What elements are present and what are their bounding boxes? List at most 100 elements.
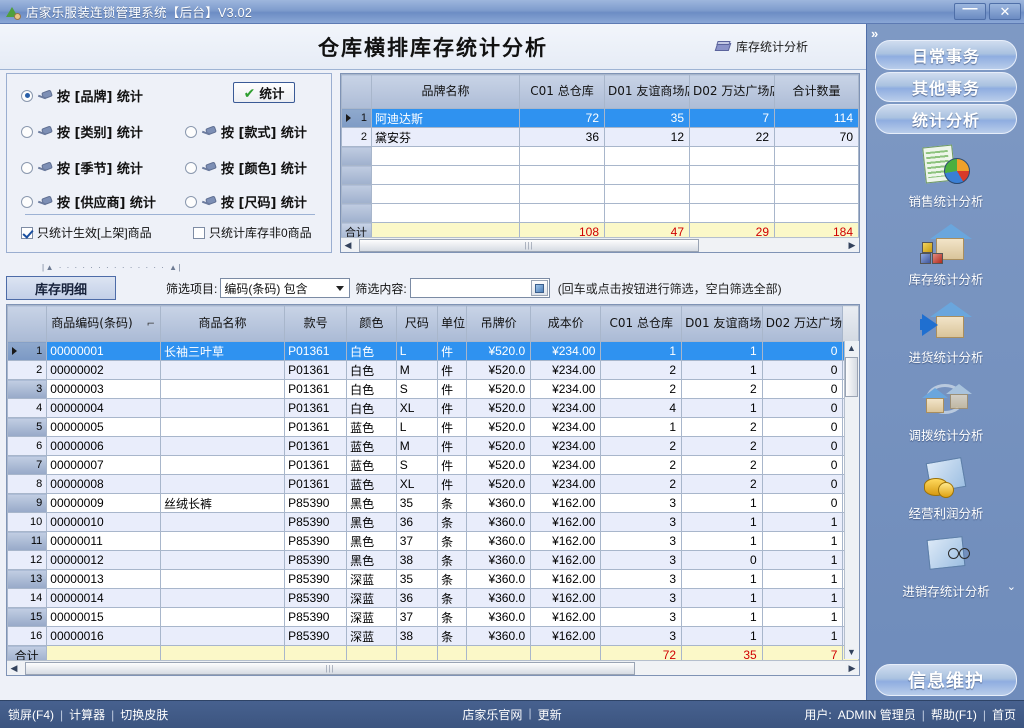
close-button[interactable]: ✕ bbox=[989, 3, 1021, 20]
radio-by-brand[interactable]: 按 [品牌] 统计 bbox=[21, 86, 143, 105]
statistics-button[interactable]: ✔ 统计 bbox=[233, 82, 295, 103]
radio-by-category[interactable]: 按 [类别] 统计 bbox=[21, 122, 143, 141]
detail-col-d01[interactable]: D01 友谊商场店 bbox=[681, 305, 763, 342]
table-row[interactable]: 9 00000009 丝绒长裤 P85390 黑色 35 条 ¥360.0 ¥162.00 3 1 0 bbox=[7, 493, 859, 513]
summary-col-c01[interactable]: C01 总仓库 bbox=[519, 74, 605, 109]
scroll-right-icon[interactable]: ▶ bbox=[845, 662, 859, 675]
radio-indicator[interactable] bbox=[185, 195, 197, 208]
scroll-left-icon[interactable]: ◀ bbox=[7, 662, 21, 675]
checkbox-indicator[interactable] bbox=[21, 226, 33, 239]
table-row[interactable]: 5 00000005 P01361 蓝色 L 件 ¥520.0 ¥234.00 1 2 0 bbox=[7, 417, 859, 437]
detail-col-code[interactable]: 商品编码(条码) ⌐ bbox=[46, 305, 162, 342]
detail-grid[interactable]: 商品编码(条码) ⌐ 商品名称 款号 颜色 尺码 单位 吊牌价 成本价 C01 总… bbox=[6, 304, 860, 676]
sidebar-group-analysis[interactable]: 统计分析 bbox=[875, 104, 1017, 134]
table-row[interactable]: 13 00000013 P85390 深蓝 35 条 ¥360.0 ¥162.00 3 1 1 bbox=[7, 569, 859, 589]
sidebar-group-other[interactable]: 其他事务 bbox=[875, 72, 1017, 102]
checkbox-only-nonzero-stock[interactable]: 只统计库存非0商品 bbox=[193, 224, 312, 241]
scroll-track[interactable]: ||| bbox=[355, 238, 845, 252]
scroll-right-icon[interactable]: ▶ bbox=[845, 239, 859, 252]
table-row[interactable]: 10 00000010 P85390 黑色 36 条 ¥360.0 ¥162.00 3 1 1 bbox=[7, 512, 859, 532]
row-indicator: 1 bbox=[341, 108, 372, 128]
status-official-site[interactable]: 店家乐官网 bbox=[462, 706, 522, 723]
table-row[interactable]: 2 黛安芬 36 12 22 70 bbox=[341, 127, 859, 147]
summary-grid[interactable]: 品牌名称 C01 总仓库 D01 友谊商场店 D02 万达广场店 合计数量 1 … bbox=[340, 73, 860, 253]
table-row[interactable]: 1 00000001 长袖三叶草 P01361 白色 L 件 ¥520.0 ¥234.00 1 1 0 bbox=[7, 341, 859, 361]
sidebar-item-inventory-analysis[interactable]: 库存统计分析 bbox=[867, 220, 1024, 288]
detail-col-c01[interactable]: C01 总仓库 bbox=[600, 305, 683, 342]
table-row[interactable]: 12 00000012 P85390 黑色 38 条 ¥360.0 ¥162.00 3 0 1 bbox=[7, 550, 859, 570]
detail-col-d02[interactable]: D02 万达广场店 bbox=[761, 305, 844, 342]
scroll-down-icon[interactable]: ▼ bbox=[845, 645, 858, 659]
sidebar-group-daily[interactable]: 日常事务 bbox=[875, 40, 1017, 70]
table-row[interactable]: 15 00000015 P85390 深蓝 37 条 ¥360.0 ¥162.00 3 1 1 bbox=[7, 607, 859, 627]
table-row[interactable]: 4 00000004 P01361 白色 XL 件 ¥520.0 ¥234.00 4 1 0 bbox=[7, 398, 859, 418]
status-update[interactable]: 更新 bbox=[538, 706, 562, 723]
summary-col-d02[interactable]: D02 万达广场店 bbox=[689, 74, 775, 109]
filter-item-select[interactable]: 编码(条码) 包含 bbox=[220, 278, 351, 298]
chevron-down-icon[interactable]: ⌄ bbox=[1007, 580, 1016, 593]
scroll-left-icon[interactable]: ◀ bbox=[341, 239, 355, 252]
splitter-grip[interactable]: |▲ · · · · · · · · · · · · · · ▲| bbox=[42, 263, 182, 272]
scroll-thumb-vertical[interactable] bbox=[845, 357, 858, 397]
radio-by-size[interactable]: 按 [尺码] 统计 bbox=[185, 192, 307, 211]
detail-col-unit[interactable]: 单位 bbox=[437, 305, 468, 342]
scroll-up-icon[interactable]: ▲ bbox=[845, 341, 858, 355]
scroll-thumb[interactable]: ||| bbox=[359, 238, 699, 252]
collapse-sidebar-button[interactable]: » bbox=[871, 26, 878, 41]
row-indicator: 12 bbox=[7, 550, 48, 570]
summary-col-brand[interactable]: 品牌名称 bbox=[371, 74, 520, 109]
table-row[interactable]: 7 00000007 P01361 蓝色 S 件 ¥520.0 ¥234.00 2 2 0 bbox=[7, 455, 859, 475]
checkbox-indicator[interactable] bbox=[193, 226, 205, 239]
table-row[interactable]: 6 00000006 P01361 蓝色 M 件 ¥520.0 ¥234.00 2 2 0 bbox=[7, 436, 859, 456]
table-row[interactable]: 8 00000008 P01361 蓝色 XL 件 ¥520.0 ¥234.00 2 2 0 bbox=[7, 474, 859, 494]
scroll-thumb[interactable]: ||| bbox=[25, 661, 635, 675]
filter-apply-button[interactable] bbox=[530, 280, 548, 296]
status-help[interactable]: 帮助(F1) bbox=[931, 706, 977, 723]
table-row[interactable]: 16 00000016 P85390 深蓝 38 条 ¥360.0 ¥162.00 3 1 1 bbox=[7, 626, 859, 646]
sidebar-item-purchase-analysis[interactable]: 进货统计分析 bbox=[867, 298, 1024, 366]
table-row[interactable]: 1 阿迪达斯 72 35 7 114 bbox=[341, 108, 859, 128]
summary-horizontal-scrollbar[interactable]: ◀ ||| ▶ bbox=[341, 237, 859, 252]
scroll-track[interactable]: ||| bbox=[21, 661, 845, 675]
detail-vertical-scrollbar[interactable]: ▲ ▼ bbox=[844, 341, 859, 659]
sidebar-item-transfer-analysis[interactable]: 调拨统计分析 bbox=[867, 376, 1024, 444]
pin-icon bbox=[202, 196, 216, 208]
table-row[interactable]: 2 00000002 P01361 白色 M 件 ¥520.0 ¥234.00 2 1 0 bbox=[7, 360, 859, 380]
radio-by-supplier[interactable]: 按 [供应商] 统计 bbox=[21, 192, 156, 211]
detail-col-name[interactable]: 商品名称 bbox=[160, 305, 286, 342]
radio-indicator[interactable] bbox=[21, 161, 33, 174]
radio-indicator[interactable] bbox=[21, 195, 33, 208]
summary-col-d01[interactable]: D01 友谊商场店 bbox=[604, 74, 690, 109]
detail-horizontal-scrollbar[interactable]: ◀ ||| ▶ bbox=[7, 660, 859, 675]
radio-indicator[interactable] bbox=[185, 161, 197, 174]
filter-content-input[interactable] bbox=[410, 279, 529, 295]
sidebar-item-sales-analysis[interactable]: 销售统计分析 bbox=[867, 142, 1024, 210]
radio-indicator[interactable] bbox=[21, 125, 33, 138]
sidebar-item-profit-analysis[interactable]: 经营利润分析 bbox=[867, 454, 1024, 522]
table-row[interactable]: 3 00000003 P01361 白色 S 件 ¥520.0 ¥234.00 2 2 0 bbox=[7, 379, 859, 399]
table-row[interactable]: 14 00000014 P85390 深蓝 36 条 ¥360.0 ¥162.00 3 1 1 bbox=[7, 588, 859, 608]
panel-splitter[interactable]: |▲ · · · · · · · · · · · · · · ▲| bbox=[0, 262, 866, 272]
summary-col-total[interactable]: 合计数量 bbox=[774, 74, 859, 109]
minimize-button[interactable]: — bbox=[954, 1, 986, 20]
tab-inventory-detail[interactable]: 库存明细 bbox=[6, 276, 116, 300]
status-home[interactable]: 首页 bbox=[992, 706, 1016, 723]
radio-by-style[interactable]: 按 [款式] 统计 bbox=[185, 122, 307, 141]
radio-by-season[interactable]: 按 [季节] 统计 bbox=[21, 158, 143, 177]
detail-col-size[interactable]: 尺码 bbox=[395, 305, 439, 342]
table-row[interactable]: 11 00000011 P85390 黑色 37 条 ¥360.0 ¥162.00 3 1 1 bbox=[7, 531, 859, 551]
detail-col-costprice[interactable]: 成本价 bbox=[530, 305, 602, 342]
detail-col-color[interactable]: 颜色 bbox=[346, 305, 397, 342]
detail-col-corner[interactable] bbox=[7, 305, 48, 342]
checkbox-only-active-products[interactable]: 只统计生效[上架]商品 bbox=[21, 224, 152, 241]
detail-col-style[interactable]: 款号 bbox=[284, 305, 348, 342]
radio-by-color[interactable]: 按 [颜色] 统计 bbox=[185, 158, 307, 177]
sidebar-group-info-maintenance[interactable]: 信息维护 bbox=[875, 664, 1017, 696]
radio-indicator[interactable] bbox=[21, 89, 33, 102]
cell-cost-price: ¥162.00 bbox=[530, 569, 602, 589]
radio-indicator[interactable] bbox=[185, 125, 197, 138]
filter-content-input-wrap[interactable] bbox=[409, 278, 550, 298]
sidebar-item-inventory-report[interactable]: 进销存统计分析 bbox=[867, 532, 1024, 600]
summary-col-corner[interactable] bbox=[341, 74, 372, 109]
detail-col-tagprice[interactable]: 吊牌价 bbox=[466, 305, 532, 342]
